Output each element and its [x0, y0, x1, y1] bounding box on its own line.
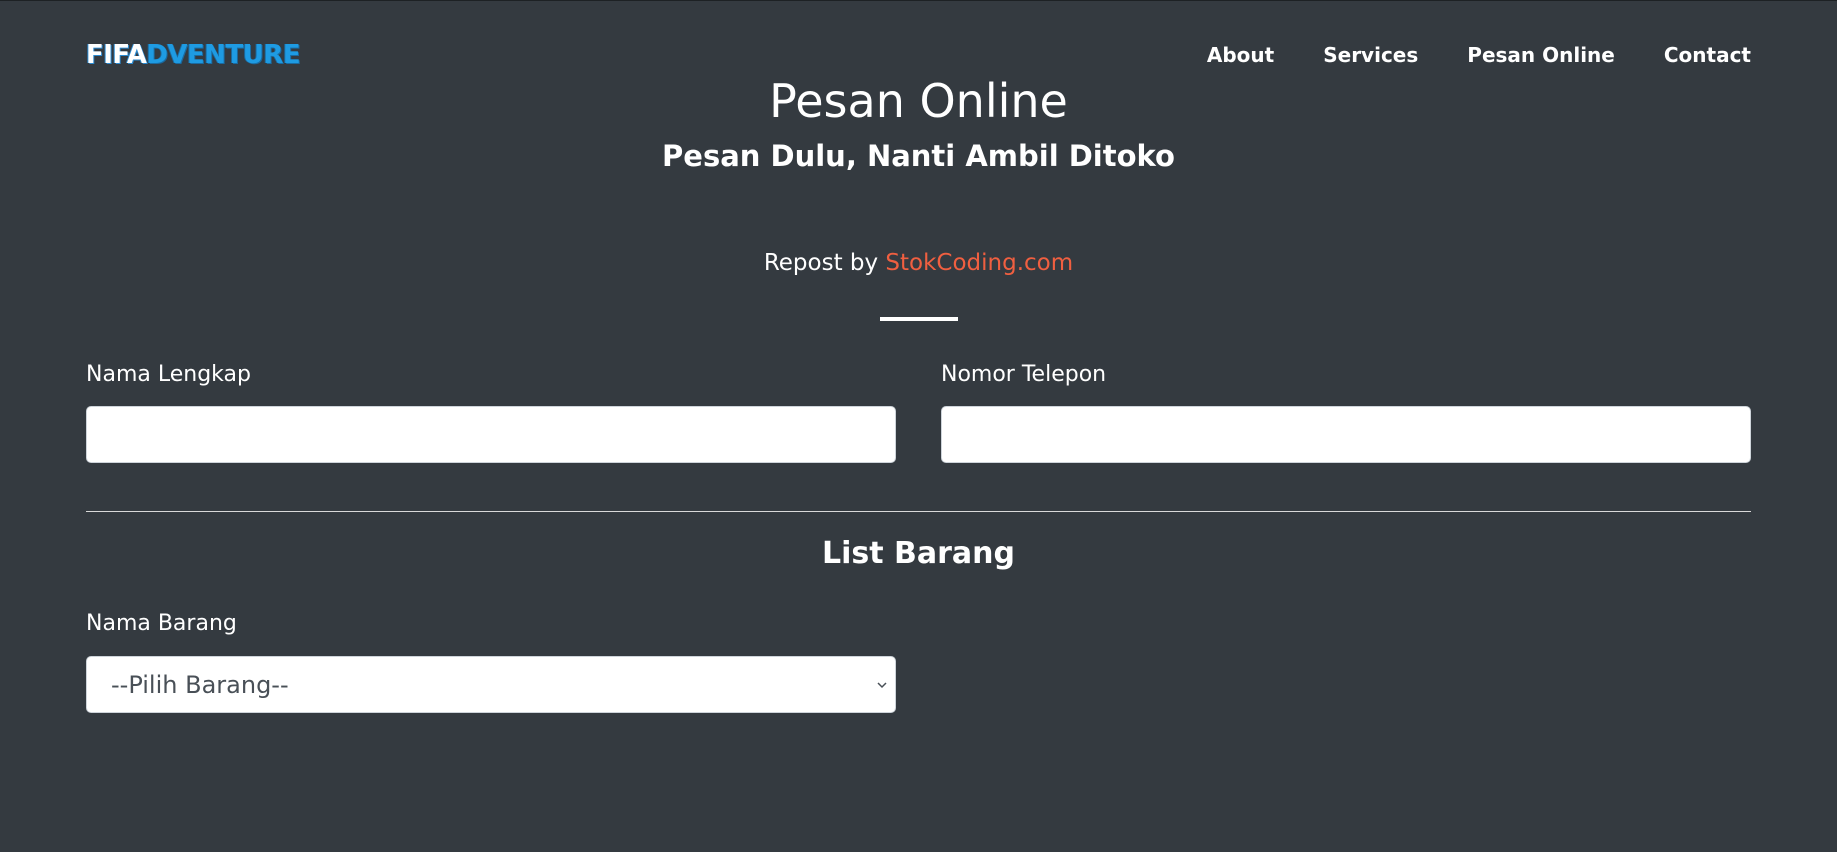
page: FIFADVENTURE About Services Pesan Online…	[0, 0, 1837, 852]
item-select[interactable]: --Pilih Barang--	[86, 656, 896, 713]
nav-link-services[interactable]: Services	[1323, 41, 1418, 69]
repost-link[interactable]: StokCoding.com	[885, 250, 1073, 276]
main-nav: About Services Pesan Online Contact	[1207, 41, 1751, 69]
page-subtitle: Pesan Dulu, Nanti Ambil Ditoko	[662, 139, 1175, 173]
chevron-down-icon	[875, 676, 889, 694]
repost-prefix: Repost by	[763, 250, 879, 276]
phone-field-label: Nomor Telepon	[941, 362, 1107, 387]
brand-logo[interactable]: FIFADVENTURE	[86, 39, 301, 71]
brand-logo-part1: FIFA	[86, 40, 147, 70]
nav-link-pesan-online[interactable]: Pesan Online	[1467, 41, 1615, 69]
section-title: List Barang	[821, 536, 1016, 571]
repost-credit: Repost by StokCoding.com	[0, 247, 1837, 279]
name-field-label: Nama Lengkap	[86, 362, 251, 387]
section-divider	[86, 511, 1751, 512]
nav-link-contact[interactable]: Contact	[1664, 41, 1751, 69]
title-divider	[880, 317, 958, 321]
page-title: Pesan Online	[769, 74, 1068, 128]
phone-field[interactable]	[941, 406, 1751, 463]
brand-logo-part2: DVENTURE	[146, 40, 301, 70]
nav-link-about[interactable]: About	[1207, 41, 1274, 69]
name-field[interactable]	[86, 406, 896, 463]
item-field-label: Nama Barang	[86, 611, 237, 636]
item-select-value: --Pilih Barang--	[111, 670, 289, 699]
